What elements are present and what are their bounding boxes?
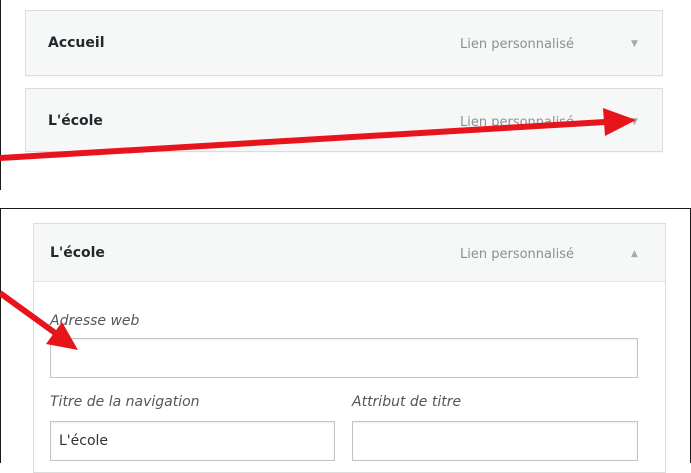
title-attribute-field[interactable] [352,421,638,461]
url-label: Adresse web [50,313,140,329]
menu-item-type: Lien personnalisé [460,37,574,52]
navigation-label-label: Titre de la navigation [50,394,200,410]
menu-item-type: Lien personnalisé [460,247,574,262]
title-attribute-label: Attribut de titre [352,394,462,410]
arrow-up-icon[interactable]: ▲ [631,249,638,259]
menu-item-title: L'école [48,113,103,129]
menu-item-lecole[interactable]: L'école Lien personnalisé ▼ [25,88,663,152]
arrow-down-icon[interactable]: ▼ [631,39,638,49]
menu-item-lecole-expanded: L'école Lien personnalisé ▲ Adresse web … [33,223,666,473]
menu-item-header[interactable]: L'école Lien personnalisé ▲ [34,224,665,282]
navigation-label-field[interactable] [50,421,335,461]
arrow-down-icon[interactable]: ▼ [631,117,638,127]
menu-item-title: L'école [50,245,105,261]
menu-item-accueil[interactable]: Accueil Lien personnalisé ▼ [25,10,663,76]
expanded-menu-panel: L'école Lien personnalisé ▲ Adresse web … [0,208,691,473]
menu-item-type: Lien personnalisé [460,115,574,130]
collapsed-menu-panel: Accueil Lien personnalisé ▼ L'école Lien… [0,0,691,190]
url-field[interactable] [50,338,638,378]
menu-item-title: Accueil [48,35,105,51]
